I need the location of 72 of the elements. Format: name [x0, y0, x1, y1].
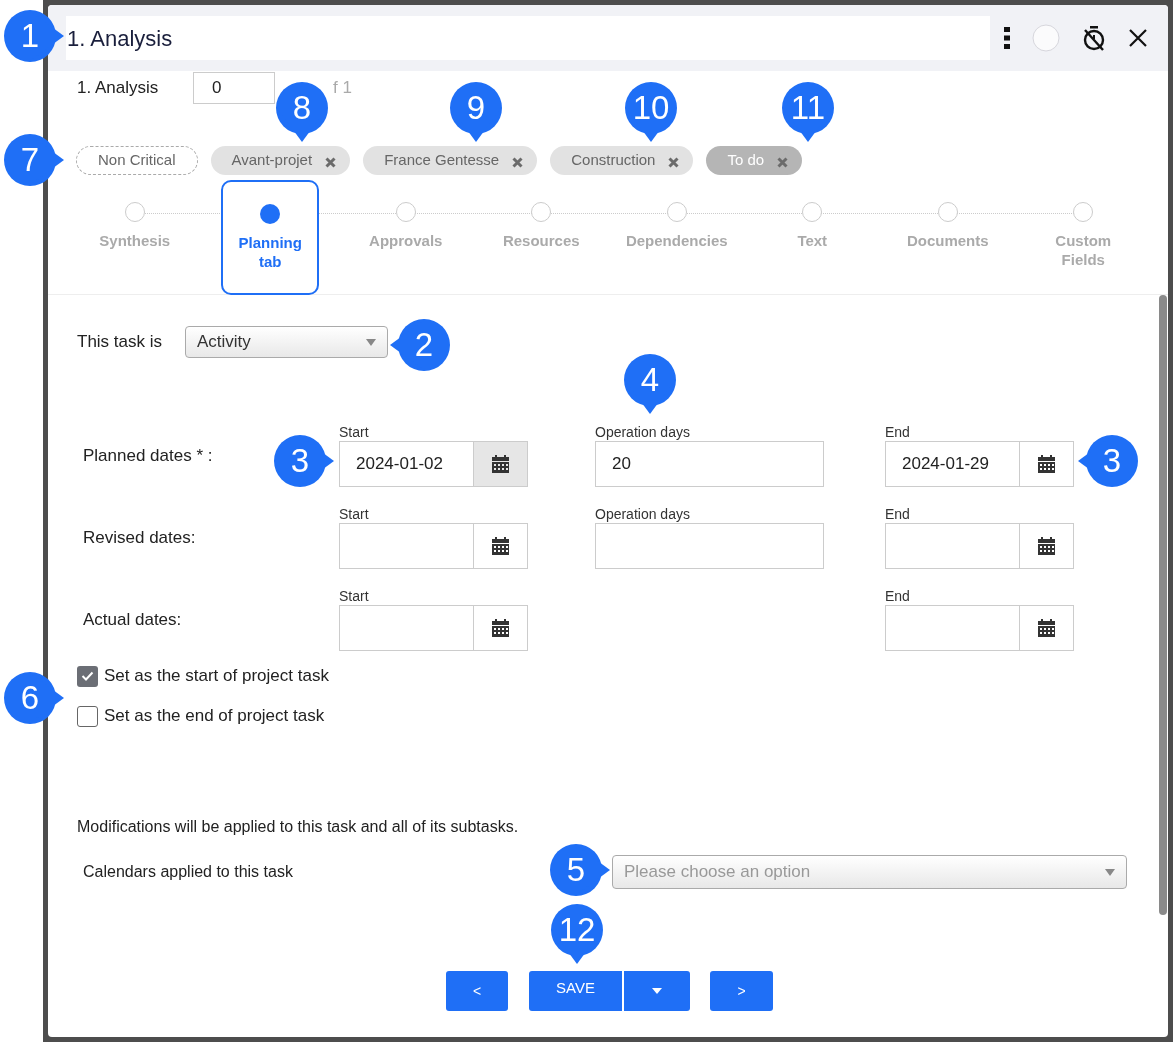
close-icon[interactable] [1128, 28, 1148, 48]
date-field[interactable] [885, 605, 1020, 651]
tag-chip: France Gentesse [363, 146, 538, 175]
task-type-label: This task is [77, 331, 164, 354]
calendar-button[interactable] [1020, 441, 1074, 487]
step-tab[interactable]: Synthesis [69, 180, 200, 295]
field-label: Start [339, 423, 370, 440]
step-tab[interactable]: Approvals [340, 180, 471, 295]
calendar-icon [492, 455, 509, 473]
step-tab[interactable]: Custom Fields [1018, 180, 1149, 295]
date-field[interactable] [339, 523, 474, 569]
step-tab[interactable]: Text [747, 180, 878, 295]
date-field[interactable] [885, 523, 1020, 569]
calendar-button[interactable] [474, 605, 528, 651]
checkbox[interactable] [77, 705, 98, 727]
caret-icon [652, 988, 662, 994]
field-label: End [885, 423, 911, 440]
calendar-icon [1038, 455, 1055, 473]
checkbox-label: Set as the start of project task [104, 665, 329, 688]
number-field[interactable]: 20 [595, 441, 824, 487]
dropdown-caret-icon [366, 338, 376, 346]
remove-icon[interactable] [512, 156, 524, 168]
save-button[interactable]: SAVE [529, 971, 622, 1011]
calendar-icon [1038, 619, 1055, 637]
info-text: Modifications will be applied to this task and all of its subtasks. [77, 817, 520, 837]
step-tab[interactable]: Dependencies [611, 180, 742, 295]
remove-icon[interactable] [325, 156, 337, 168]
remove-icon[interactable] [777, 156, 789, 168]
field-label: Start [339, 587, 370, 604]
calendar-button[interactable] [1020, 605, 1074, 651]
task-type-select[interactable]: Activity [185, 326, 388, 358]
checkbox-label: Set as the end of project task [104, 705, 325, 728]
status-circle-icon [1032, 24, 1060, 52]
next-button[interactable]: > [710, 971, 773, 1011]
field-label: Operation days [595, 505, 691, 522]
step-tab[interactable]: Planning tab [221, 180, 320, 295]
calendar-icon [1038, 537, 1055, 555]
calendars-select[interactable]: Please choose an option [612, 855, 1127, 889]
task-total: f 1 [333, 77, 352, 100]
step-tab[interactable]: Resources [476, 180, 607, 295]
check-icon [81, 671, 94, 681]
scrollbar[interactable] [1159, 295, 1167, 915]
more-icon[interactable] [1004, 27, 1010, 49]
date-field[interactable]: 2024-01-29 [885, 441, 1020, 487]
task-label: 1. Analysis [77, 77, 160, 100]
task-number-field[interactable]: 0 [193, 72, 275, 104]
field-label: End [885, 505, 911, 522]
calendar-icon [492, 537, 509, 555]
timer-off-icon[interactable] [1082, 25, 1106, 51]
calendars-label: Calendars applied to this task [83, 863, 293, 880]
calendar-button[interactable] [474, 441, 528, 487]
previous-button[interactable]: < [446, 971, 508, 1011]
dropdown-caret-icon [1105, 868, 1115, 876]
field-label: Start [339, 505, 370, 522]
calendar-icon [492, 619, 509, 637]
step-tab[interactable]: Documents [882, 180, 1013, 295]
date-field[interactable] [339, 605, 474, 651]
calendar-button[interactable] [1020, 523, 1074, 569]
tag-chip: Construction [550, 146, 694, 175]
row-label: Planned dates * : [83, 444, 213, 467]
tag-chip: To do [706, 146, 803, 175]
title-field[interactable]: 1. Analysis [66, 16, 990, 60]
tag-chip: Avant-projet [210, 146, 351, 175]
field-label: End [885, 587, 911, 604]
date-field[interactable]: 2024-01-02 [339, 441, 474, 487]
remove-icon[interactable] [668, 156, 680, 168]
calendar-button[interactable] [474, 523, 528, 569]
number-field[interactable] [595, 523, 824, 569]
checkbox[interactable] [77, 665, 98, 687]
row-label: Revised dates: [83, 526, 196, 549]
field-label: Operation days [595, 423, 691, 440]
row-label: Actual dates: [83, 608, 182, 631]
